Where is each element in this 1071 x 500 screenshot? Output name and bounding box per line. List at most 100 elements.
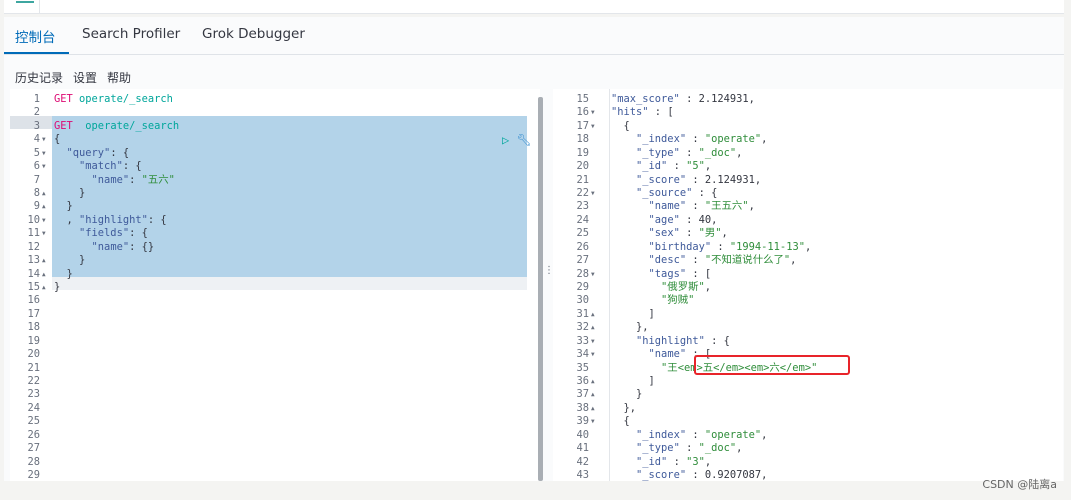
fold-toggle-icon[interactable]: ▲ [591,402,595,415]
fold-toggle-icon[interactable]: ▼ [42,147,46,160]
code-token: 0.9207087 [704,469,762,482]
code-line: 11 ▼ "fields": { [10,227,540,240]
fold-toggle-icon[interactable]: ▲ [591,308,595,321]
response-viewer[interactable]: 15 "max_score" : 2.124931, 16 ▼ "hits" : [17… [553,89,1063,481]
line-number: 29 [27,469,40,482]
code-line: 26 "birthday" : "1994-11-13", [553,241,1063,254]
line-number: 39 [576,415,589,428]
fold-toggle-icon[interactable]: ▼ [591,415,595,428]
tab-search-profiler[interactable]: Search Profiler [82,26,180,42]
code-line: 3 GET operate/_search [10,120,540,133]
request-editor[interactable]: 1 GET operate/_search 2 3 GET operate/_searc… [10,89,543,482]
line-number: 19 [27,334,40,347]
scrollbar[interactable] [538,97,543,481]
code-token: , [790,254,797,267]
line-number: 38 [576,401,589,414]
fold-toggle-icon[interactable]: ▲ [591,388,595,401]
top-bar [4,0,1064,14]
fold-toggle-icon[interactable]: ▲ [42,268,46,281]
fold-toggle-icon[interactable]: ▲ [42,187,46,200]
code-line: 20 [10,348,540,361]
code-line: 33 ▼ "highlight" : { [553,335,1063,348]
fold-toggle-icon[interactable]: ▼ [42,227,46,240]
tab-console[interactable]: 控制台 [15,26,56,46]
code-line: 29 [10,469,540,482]
code-token: : [679,213,699,226]
fold-toggle-icon[interactable]: ▲ [591,375,595,388]
fold-toggle-icon[interactable]: ▼ [591,348,595,361]
code-token: , [761,133,768,146]
code-text: "name" : "王五六", [611,200,755,213]
code-line: 22 [10,375,540,388]
fold-toggle-icon[interactable]: ▼ [591,187,595,200]
fold-toggle-icon[interactable]: ▲ [42,254,46,267]
fold-toggle-icon[interactable]: ▼ [42,214,46,227]
line-number: 41 [576,442,589,455]
code-token: 2.124931 [698,93,749,105]
code-text: "age" : 40, [611,213,718,227]
fold-toggle-icon[interactable]: ▼ [591,335,595,348]
help-button[interactable]: 帮助 [107,71,131,85]
code-line: 39 ▼ { [553,415,1063,428]
fold-toggle-icon[interactable]: ▲ [591,321,595,334]
tab-grok-debugger[interactable]: Grok Debugger [202,26,305,42]
history-button[interactable]: 历史记录 [15,71,63,85]
code-token: : [679,442,699,455]
line-number: 21 [27,361,40,374]
fold-toggle-icon[interactable]: ▼ [591,268,595,281]
code-token: } [54,281,61,294]
wrench-icon[interactable]: 🔧︎ [516,133,531,147]
code-token: : { [692,187,718,199]
code-token: : {} [129,240,155,253]
code-token: "name" [91,240,130,253]
code-line: 14 ▲ } [10,268,540,281]
code-token: "_type" [636,146,680,159]
code-token: : [686,173,705,186]
code-text: "name": {} [54,240,155,254]
code-text: "_score" : 0.9207087, [611,469,767,482]
code-token: "3" [686,455,705,468]
code-token: : [667,455,687,468]
fold-toggle-icon[interactable]: ▲ [42,200,46,213]
code-token: "_type" [636,442,680,455]
line-number: 34 [576,348,589,361]
top-tab[interactable] [10,0,40,14]
line-number: 27 [27,442,40,455]
code-text: "_index" : "operate", [611,133,767,146]
code-token: ] [611,307,655,320]
code-text: } [611,388,642,401]
code-text: "fields": { [54,227,148,240]
code-token: : [679,227,699,240]
settings-button[interactable]: 设置 [73,71,97,85]
code-token: } [54,200,73,213]
code-token: "fields" [79,227,130,240]
fold-toggle-icon[interactable]: ▼ [42,133,46,146]
line-number: 30 [576,294,589,307]
code-text: "highlight" : { [611,335,730,348]
line-number: 16 [576,106,589,119]
code-line: 40 "_index" : "operate", [553,429,1063,442]
fold-toggle-icon[interactable]: ▼ [591,120,595,133]
code-token: : [686,133,705,146]
code-token: operate/_search [85,119,180,132]
code-line: 21 [10,362,540,375]
code-text: { [611,415,630,428]
code-text: "俄罗斯", [611,281,711,294]
code-text: { [54,133,60,146]
line-number: 21 [576,173,589,186]
play-icon[interactable]: ▷ [502,133,509,147]
fold-toggle-icon[interactable]: ▲ [42,281,46,294]
code-text: "_type" : "_doc", [611,442,742,455]
code-text: "hits" : [ [611,106,674,119]
code-text: GET operate/_search [54,120,179,133]
code-token: "name" [648,348,687,361]
code-text: "_index" : "operate", [611,429,767,442]
fold-toggle-icon[interactable]: ▼ [42,160,46,173]
line-number: 24 [27,401,40,414]
fold-toggle-icon[interactable]: ▼ [591,106,595,119]
line-number: 32 [576,321,589,334]
